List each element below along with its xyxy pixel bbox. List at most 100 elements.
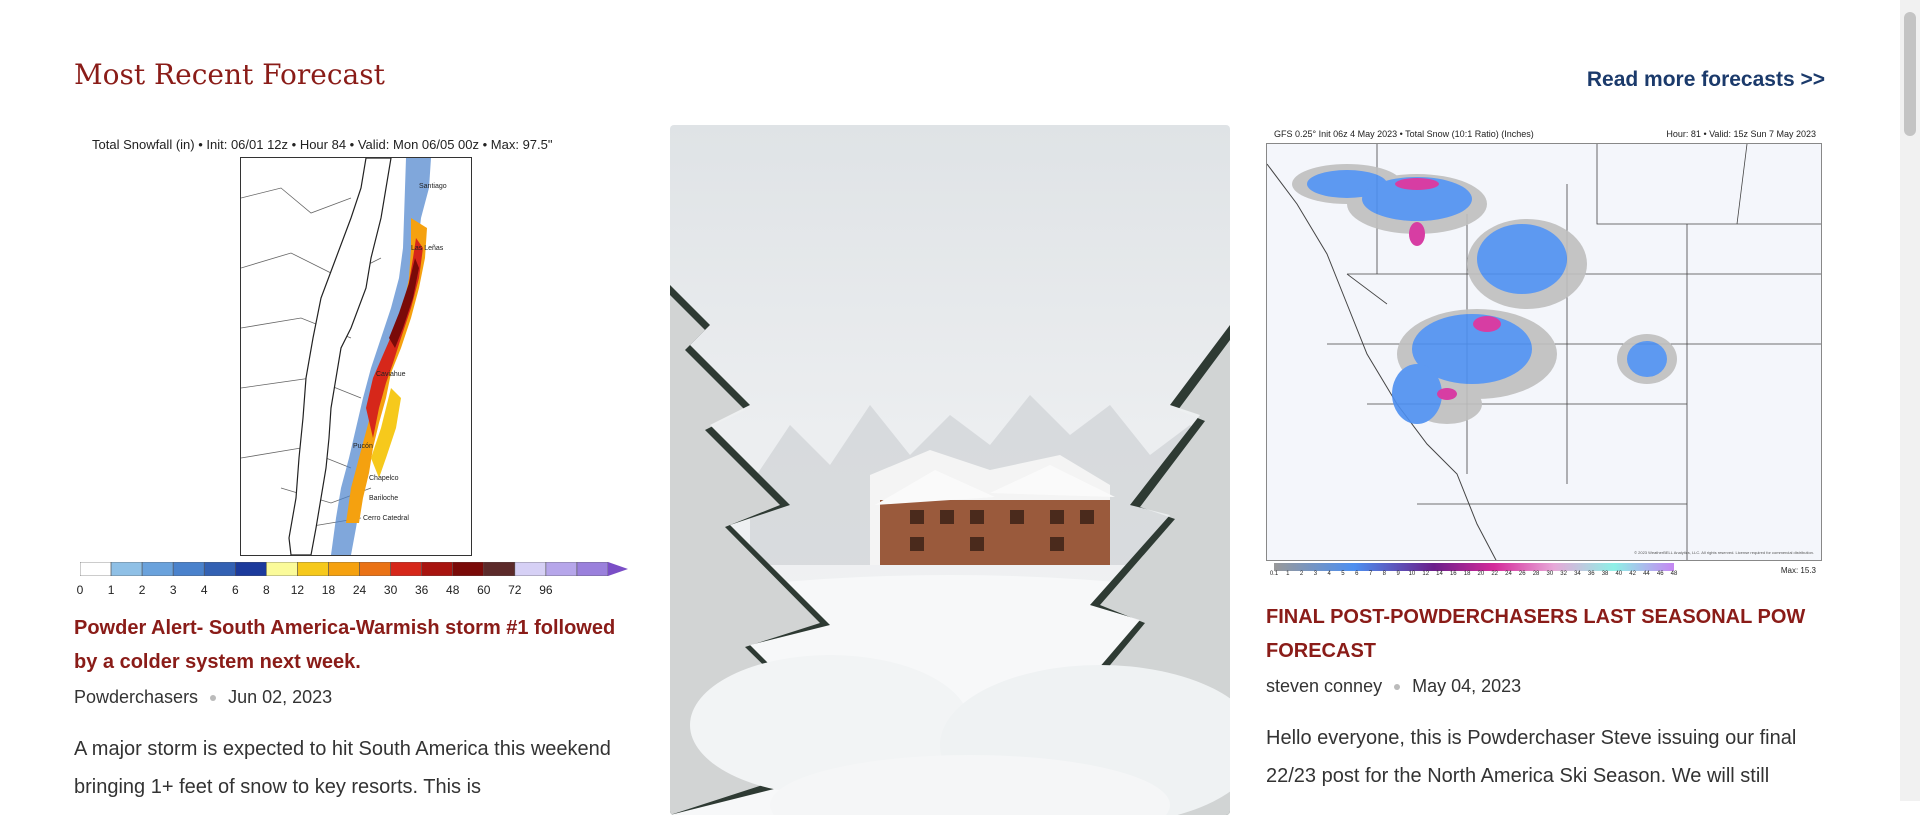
max-value-label: Max: 15.3 xyxy=(1780,566,1816,575)
map-header-left: GFS 0.25° Init 06z 4 May 2023 • Total Sn… xyxy=(1274,129,1534,139)
scale-segment xyxy=(328,562,360,576)
western-us-snowfall-map xyxy=(1266,143,1822,561)
post-meta: steven conney May 04, 2023 xyxy=(1266,676,1826,697)
scale-tick-label: 3 xyxy=(1313,571,1318,577)
scale-segment xyxy=(390,562,422,576)
scale-tick-label: 36 xyxy=(1587,571,1595,577)
scale-tick-label: 4 xyxy=(200,583,208,597)
map-header-right: Hour: 81 • Valid: 15z Sun 7 May 2023 xyxy=(1666,129,1816,139)
scale-tick-label: 2 xyxy=(1299,571,1304,577)
post-title-link[interactable]: Powder Alert- South America-Warmish stor… xyxy=(74,611,634,679)
scale-tick-label: 8 xyxy=(263,583,270,597)
scale-tick-label: 42 xyxy=(1629,571,1636,577)
scale-tick-label: 60 xyxy=(477,583,491,597)
svg-text:Santiago: Santiago xyxy=(419,183,447,190)
scale-segment xyxy=(452,562,485,576)
scale-tick-label: 18 xyxy=(321,583,336,597)
scale-tick-label: 48 xyxy=(1670,571,1678,577)
svg-text:Pucón: Pucón xyxy=(353,443,373,450)
scale-tick-label: 14 xyxy=(1436,571,1443,577)
scale-segment xyxy=(483,562,516,576)
section-title: Most Recent Forecast xyxy=(74,58,385,91)
scale-tick-label: 0.1 xyxy=(1269,571,1279,577)
scale-tick-label: 40 xyxy=(1615,571,1623,577)
scale-tick-label: 6 xyxy=(231,583,239,597)
color-scale-ticks: 0 1 2 3 4 6 8 12 18 24 30 36 48 60 72 96 xyxy=(74,583,634,599)
scale-tick-label: 38 xyxy=(1601,571,1609,577)
scale-tick-label: 48 xyxy=(446,583,460,597)
svg-text:Chapelco: Chapelco xyxy=(369,475,399,482)
scale-tick-label: 1 xyxy=(107,583,115,597)
scale-tick-label: 8 xyxy=(1382,571,1387,577)
color-scale-ticks: 0.1 1 2 3 4 5 6 7 8 9 10 12 14 16 18 20 22 24 26 28 30 32 34 36… xyxy=(1270,571,1694,581)
scale-tick-label: 1 xyxy=(1286,571,1290,577)
post-excerpt: Hello everyone, this is Powderchaser Ste… xyxy=(1266,727,1797,787)
scale-tick-label: 32 xyxy=(1560,571,1567,577)
scrollbar-thumb[interactable] xyxy=(1904,12,1916,136)
scale-segment xyxy=(110,562,143,576)
scale-segment xyxy=(576,562,609,576)
scale-tick-label: 4 xyxy=(1327,571,1331,577)
map-copyright: © 2023 WeatherBELL Analytics, LLC. All r… xyxy=(1634,550,1814,555)
scale-tick-label: 34 xyxy=(1574,571,1581,577)
post-date: Jun 02, 2023 xyxy=(228,687,333,707)
post-author: Powderchasers xyxy=(74,687,199,707)
scale-tick-label: 5 xyxy=(1341,571,1345,577)
post-title-link[interactable]: FINAL POST-POWDERCHASERS LAST SEASONAL P… xyxy=(1266,600,1826,668)
scale-tick-label: 3 xyxy=(169,583,177,597)
scale-tick-label: 30 xyxy=(383,583,398,597)
scale-segment xyxy=(359,562,391,576)
read-more-forecasts-link[interactable]: Read more forecasts >> xyxy=(1587,68,1825,92)
scale-tick-label: 2 xyxy=(138,583,146,597)
scale-tick-label: 30 xyxy=(1546,571,1554,577)
meta-separator xyxy=(210,694,217,701)
post-author: steven conney xyxy=(1266,676,1383,696)
svg-text:Las Leñas: Las Leñas xyxy=(411,245,444,252)
scale-segment xyxy=(80,562,112,576)
scale-segment xyxy=(141,562,174,576)
post-meta: Powderchasers Jun 02, 2023 xyxy=(74,687,634,708)
scale-segment xyxy=(297,562,329,576)
scale-segment xyxy=(421,562,454,576)
scale-tick-label: 6 xyxy=(1355,571,1359,577)
scale-tick-label: 72 xyxy=(508,583,522,597)
scale-segment xyxy=(203,562,236,576)
map-caption: Total Snowfall (in) • Init: 06/01 12z • … xyxy=(92,137,553,152)
post-date: May 04, 2023 xyxy=(1412,676,1522,696)
scale-tick-label: 24 xyxy=(1505,571,1512,577)
scale-tick-label: 26 xyxy=(1518,571,1526,577)
scale-tick-label: 7 xyxy=(1368,571,1373,577)
color-scale-bar xyxy=(1274,563,1674,571)
meta-separator xyxy=(1394,683,1401,690)
svg-text:Caviahue: Caviahue xyxy=(376,371,406,378)
scale-tick-label: 12 xyxy=(290,583,305,597)
scale-tick-label: 16 xyxy=(1449,571,1457,577)
scale-tick-label: 96 xyxy=(539,583,553,597)
forecast-map-image[interactable]: Total Snowfall (in) • Init: 06/01 12z • … xyxy=(74,125,634,597)
scale-tick-label: 12 xyxy=(1422,571,1430,577)
snowy-lodge-photo[interactable] xyxy=(670,125,1230,815)
scale-segment xyxy=(266,562,298,576)
svg-text:Cerro Catedral: Cerro Catedral xyxy=(363,515,409,522)
scale-tick-label: 36 xyxy=(414,583,429,597)
south-america-snowfall-map: Santiago Las Leñas Caviahue Pucón Chapel… xyxy=(240,157,472,556)
forecast-card[interactable]: Total Snowfall (in) • Init: 06/01 12z • … xyxy=(74,125,634,806)
scale-segment xyxy=(234,562,267,576)
page-scrollbar[interactable] xyxy=(1900,0,1920,801)
scale-tick-label: 28 xyxy=(1532,571,1540,577)
scale-tick-label: 10 xyxy=(1408,571,1416,577)
scale-segment xyxy=(172,562,205,576)
scale-tick-label: 18 xyxy=(1463,571,1471,577)
scale-tick-label: 0 xyxy=(76,583,84,597)
scale-segment xyxy=(545,562,578,576)
svg-text:Bariloche: Bariloche xyxy=(369,495,398,502)
scale-tick-label: 9 xyxy=(1396,571,1400,577)
scale-tick-label: 44 xyxy=(1643,571,1650,577)
scale-tick-label: 20 xyxy=(1477,571,1485,577)
color-scale-bar xyxy=(80,562,628,576)
post-excerpt: A major storm is expected to hit South A… xyxy=(74,738,611,798)
scale-tick-label: 22 xyxy=(1491,571,1499,577)
forecast-map-image[interactable]: GFS 0.25° Init 06z 4 May 2023 • Total Sn… xyxy=(1266,125,1822,580)
scale-segment xyxy=(514,562,547,576)
forecast-card[interactable]: GFS 0.25° Init 06z 4 May 2023 • Total Sn… xyxy=(1266,125,1826,795)
